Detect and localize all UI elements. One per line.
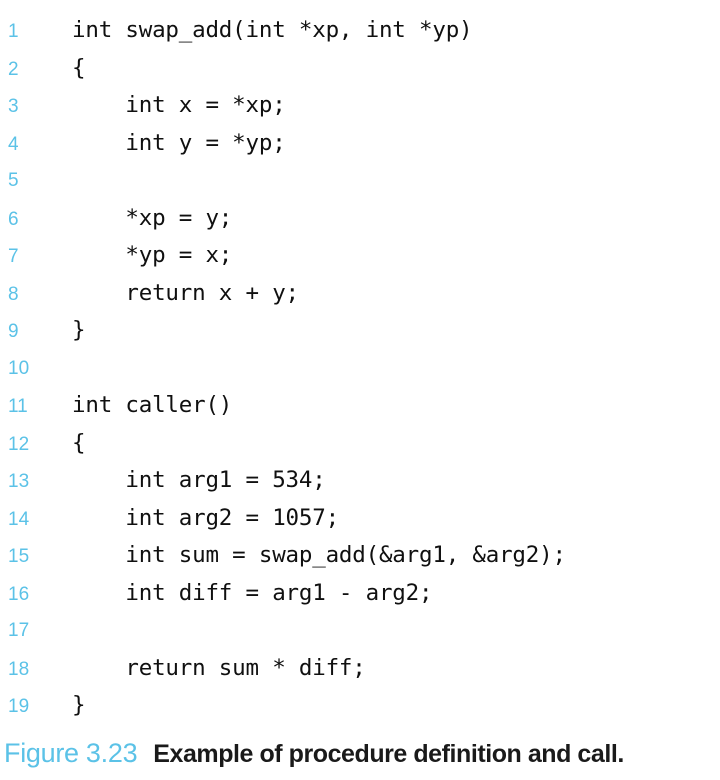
code-line: 2 { xyxy=(0,50,720,88)
code-line: 15 int sum = swap_add(&arg1, &arg2); xyxy=(0,537,720,575)
line-number: 5 xyxy=(8,170,19,191)
line-number: 3 xyxy=(8,96,19,117)
code-line: 11 int caller() xyxy=(0,387,720,425)
code-line: 8 return x + y; xyxy=(0,275,720,313)
line-code: *xp = y; xyxy=(72,204,233,231)
line-code: int swap_add(int *xp, int *yp) xyxy=(72,17,473,43)
code-line: 4 int y = *yp; xyxy=(0,125,720,163)
line-number: 6 xyxy=(8,208,19,230)
code-line: 16 int diff = arg1 - arg2; xyxy=(0,575,720,613)
figure-caption-label: Figure 3.23 xyxy=(4,738,138,768)
line-number: 9 xyxy=(8,321,19,342)
line-number: 10 xyxy=(8,357,30,379)
line-number: 13 xyxy=(8,471,30,492)
line-code: } xyxy=(72,317,86,343)
code-line: 18 return sum * diff; xyxy=(0,650,720,688)
line-number: 18 xyxy=(8,658,30,680)
line-code: int caller() xyxy=(72,392,233,418)
line-number: 19 xyxy=(8,696,30,717)
line-number: 8 xyxy=(8,283,19,305)
code-line: 5 xyxy=(0,162,720,200)
line-number: 2 xyxy=(8,58,19,80)
line-code: int x = *xp; xyxy=(72,92,286,118)
code-line: 12 { xyxy=(0,425,720,463)
line-number: 1 xyxy=(8,21,19,42)
line-number: 12 xyxy=(8,433,30,455)
figure-caption-text: Example of procedure definition and call… xyxy=(153,740,624,768)
code-line: 10 xyxy=(0,350,720,388)
line-number: 17 xyxy=(8,620,30,641)
code-line: 7 *yp = x; xyxy=(0,237,720,275)
line-code: } xyxy=(72,692,86,718)
code-line: 3 int x = *xp; xyxy=(0,87,720,125)
line-number: 11 xyxy=(8,396,28,417)
code-line: 13 int arg1 = 534; xyxy=(0,462,720,500)
line-code: int arg2 = 1057; xyxy=(72,504,339,531)
line-code: { xyxy=(72,429,86,456)
code-line: 19 } xyxy=(0,687,720,725)
line-code: int diff = arg1 - arg2; xyxy=(72,579,433,606)
line-code: *yp = x; xyxy=(72,242,233,268)
code-line: 9 } xyxy=(0,312,720,350)
code-line: 6 *xp = y; xyxy=(0,200,720,238)
figure-container: 1 int swap_add(int *xp, int *yp) 2 { 3 i… xyxy=(0,0,720,780)
figure-caption: Figure 3.23 Example of procedure definiti… xyxy=(4,738,716,769)
line-code: return sum * diff; xyxy=(72,654,366,681)
code-line: 14 int arg2 = 1057; xyxy=(0,500,720,538)
line-code: { xyxy=(72,54,86,81)
line-number: 16 xyxy=(8,583,30,605)
line-number: 15 xyxy=(8,546,30,567)
line-code: int sum = swap_add(&arg1, &arg2); xyxy=(72,542,566,568)
line-code: int y = *yp; xyxy=(72,129,286,156)
line-code: int arg1 = 534; xyxy=(72,467,326,493)
code-listing: 1 int swap_add(int *xp, int *yp) 2 { 3 i… xyxy=(0,12,720,725)
code-line: 17 xyxy=(0,612,720,650)
line-number: 7 xyxy=(8,246,19,267)
line-number: 4 xyxy=(8,133,19,155)
line-code: return x + y; xyxy=(72,279,299,306)
line-number: 14 xyxy=(8,508,30,530)
code-line: 1 int swap_add(int *xp, int *yp) xyxy=(0,12,720,50)
